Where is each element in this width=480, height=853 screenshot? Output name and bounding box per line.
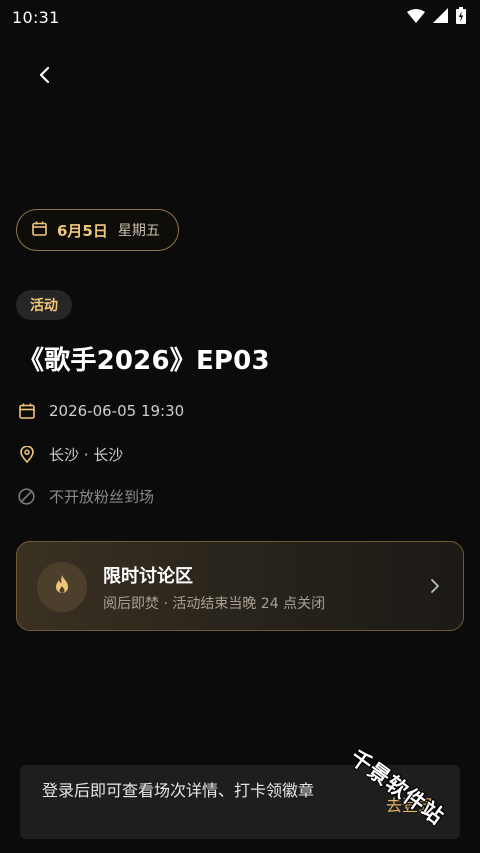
location-pin-icon (18, 446, 35, 463)
wifi-icon (407, 8, 425, 27)
event-location-row: 长沙 · 长沙 (18, 444, 123, 465)
prohibited-icon (18, 488, 35, 505)
calendar-icon (32, 221, 47, 240)
event-datetime-row: 2026-06-05 19:30 (18, 402, 184, 420)
status-time: 10:31 (12, 7, 60, 27)
chevron-right-icon (425, 576, 445, 596)
back-button[interactable] (30, 62, 60, 92)
battery-charging-icon (456, 6, 466, 28)
category-tag: 活动 (16, 290, 72, 320)
fan-policy: 不开放粉丝到场 (49, 488, 155, 506)
event-location: 长沙 · 长沙 (49, 446, 124, 464)
signal-icon (433, 7, 448, 27)
discussion-subtitle: 阅后即焚 · 活动结束当晚 24 点关闭 (103, 596, 326, 612)
chevron-left-icon (38, 66, 52, 88)
fire-icon (52, 574, 72, 600)
status-icons (407, 6, 466, 28)
status-bar: 10:31 (0, 0, 480, 34)
event-title: 《歌手2026》EP03 (18, 346, 270, 376)
fan-policy-row: 不开放粉丝到场 (18, 486, 154, 507)
login-prompt: 登录后即可查看场次详情、打卡领徽章 (42, 781, 315, 800)
discussion-title: 限时讨论区 (103, 566, 193, 587)
fire-icon-container (37, 562, 87, 612)
discussion-card[interactable]: 限时讨论区 阅后即焚 · 活动结束当晚 24 点关闭 (16, 541, 464, 631)
weekday-label: 星期五 (117, 223, 160, 239)
date-label: 6月5日 (57, 221, 108, 240)
date-pill: 6月5日 星期五 (16, 209, 179, 251)
calendar-icon (18, 403, 35, 420)
event-datetime: 2026-06-05 19:30 (49, 402, 185, 420)
